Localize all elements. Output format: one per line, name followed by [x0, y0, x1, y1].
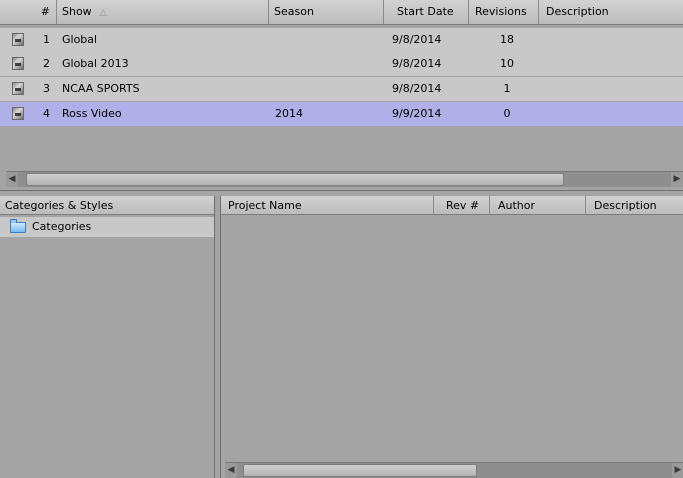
show-revisions: 10: [500, 57, 514, 70]
column-header-show[interactable]: Show △: [56, 0, 268, 24]
show-revisions: 0: [503, 107, 511, 120]
tree-item-label: Categories: [32, 220, 92, 233]
show-revisions: 1: [503, 82, 511, 95]
scroll-left-icon[interactable]: ◀: [6, 172, 18, 187]
projects-panel: Project Name Rev # Author Description ◀ …: [220, 196, 683, 478]
row-number: 3: [43, 82, 50, 95]
show-start-date: 9/8/2014: [392, 57, 442, 70]
scrollbar-thumb[interactable]: [26, 173, 564, 186]
shows-grid: # Show △ Season Start Date Revisions Desc…: [0, 0, 683, 191]
shows-horizontal-scrollbar[interactable]: ◀ ▶: [6, 171, 683, 187]
scrollbar-thumb[interactable]: [243, 464, 477, 477]
show-start-date: 9/8/2014: [392, 82, 442, 95]
column-header-project-name[interactable]: Project Name: [221, 196, 433, 215]
table-row[interactable]: 2 Global 2013 9/8/2014 10: [0, 52, 683, 76]
column-header-project-name-label: Project Name: [228, 199, 302, 212]
column-header-rev[interactable]: Rev #: [433, 196, 489, 215]
table-row-selected[interactable]: 4 Ross Video 2014 9/9/2014 0: [0, 102, 683, 126]
scroll-right-icon[interactable]: ▶: [671, 172, 683, 187]
column-header-number-label: #: [40, 5, 50, 18]
column-header-description-label: Description: [546, 5, 609, 18]
shows-grid-header: # Show △ Season Start Date Revisions Desc…: [0, 0, 683, 25]
show-icon: [12, 82, 24, 95]
column-header-number[interactable]: #: [0, 0, 56, 24]
column-header-description[interactable]: Description: [538, 0, 683, 24]
column-header-show-label: Show: [62, 5, 92, 18]
show-icon: [12, 33, 24, 46]
table-row[interactable]: 3 NCAA SPORTS 9/8/2014 1: [0, 77, 683, 101]
row-number: 2: [43, 57, 50, 70]
show-name: Ross Video: [62, 107, 122, 120]
show-name: Global 2013: [62, 57, 129, 70]
column-header-author[interactable]: Author: [489, 196, 585, 215]
show-name: Global: [62, 33, 98, 46]
column-header-season-label: Season: [274, 5, 314, 18]
categories-panel-header: Categories & Styles: [0, 196, 214, 215]
show-start-date: 9/8/2014: [392, 33, 442, 46]
column-header-revisions[interactable]: Revisions: [468, 0, 538, 24]
row-number: 1: [43, 33, 50, 46]
row-number: 4: [43, 107, 50, 120]
column-header-project-description-label: Description: [594, 199, 657, 212]
sort-ascending-icon: △: [99, 8, 107, 18]
show-icon: [12, 57, 24, 70]
projects-horizontal-scrollbar[interactable]: ◀ ▶: [225, 462, 683, 478]
show-revisions: 18: [500, 33, 514, 46]
show-icon: [12, 107, 24, 120]
column-header-project-description[interactable]: Description: [585, 196, 683, 215]
column-header-author-label: Author: [498, 199, 536, 212]
column-header-season[interactable]: Season: [268, 0, 383, 24]
folder-icon: [10, 219, 26, 233]
column-header-start-date[interactable]: Start Date: [383, 0, 468, 24]
tree-item-categories[interactable]: Categories: [0, 217, 214, 237]
column-header-revisions-label: Revisions: [475, 5, 527, 18]
show-season: 2014: [275, 107, 303, 120]
column-header-rev-label: Rev #: [446, 199, 480, 212]
show-start-date: 9/9/2014: [392, 107, 442, 120]
categories-panel: Categories & Styles Categories: [0, 196, 215, 478]
table-row[interactable]: 1 Global 9/8/2014 18: [0, 28, 683, 52]
scroll-left-icon[interactable]: ◀: [225, 463, 237, 478]
column-header-start-date-label: Start Date: [397, 5, 454, 18]
show-name: NCAA SPORTS: [62, 82, 140, 95]
categories-panel-title: Categories & Styles: [5, 199, 114, 212]
projects-grid-header: Project Name Rev # Author Description: [221, 196, 683, 215]
scroll-right-icon[interactable]: ▶: [672, 463, 683, 478]
